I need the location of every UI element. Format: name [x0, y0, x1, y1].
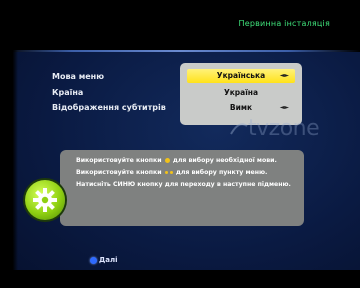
header-bar: Первинна інсталяція [0, 0, 360, 50]
up-down-arrows-icon [164, 170, 168, 174]
gear-icon-graphic [33, 188, 57, 212]
value-language[interactable]: Українська ◄► [187, 69, 295, 83]
help-line-1-end: для вибору необхідної мови. [172, 157, 277, 164]
help-line-2-start: Використовуйте кнопки [76, 169, 162, 176]
help-line-3: Натисніть СИНЮ кнопку для переходу в нас… [76, 181, 291, 188]
left-border [0, 0, 18, 288]
blue-button-icon[interactable] [90, 257, 97, 264]
osd-screen: Первинна інсталяція Мова меню Країна Від… [0, 0, 360, 288]
bottom-border [0, 270, 360, 288]
left-right-arrows-icon: ◄► [279, 72, 289, 79]
menu-label-language[interactable]: Мова меню [52, 72, 104, 81]
left-right-arrows-icon: ◄► [279, 104, 289, 111]
left-right-arrows-icon [164, 157, 170, 163]
value-country[interactable]: Україна [180, 86, 302, 100]
page-title: Первинна інсталяція [238, 19, 330, 28]
help-line-2-end: для вибору пункту меню. [175, 169, 268, 176]
help-line-1: Використовуйте кнопки для вибору необхід… [76, 157, 277, 164]
value-subtitles[interactable]: Вимк ◄► [180, 101, 302, 115]
watermark: tvzone [230, 116, 320, 141]
gear-icon [25, 180, 65, 220]
value-subtitles-text: Вимк [229, 103, 253, 112]
header-divider [0, 50, 360, 52]
help-line-2: Використовуйте кнопки для вибору пункту … [76, 169, 267, 176]
value-language-text: Українська [216, 71, 266, 80]
watermark-text: tvzone [248, 116, 320, 141]
up-down-arrows-icon-part [169, 170, 173, 174]
next-button-label[interactable]: Далі [99, 256, 117, 264]
help-line-1-start: Використовуйте кнопки [76, 157, 162, 164]
help-panel: Використовуйте кнопки для вибору необхід… [60, 150, 304, 226]
watermark-swoosh-icon [230, 123, 248, 135]
value-country-text: Україна [223, 88, 259, 97]
menu-label-country[interactable]: Країна [52, 88, 83, 97]
menu-label-subtitles[interactable]: Відображення субтитрів [52, 103, 166, 112]
